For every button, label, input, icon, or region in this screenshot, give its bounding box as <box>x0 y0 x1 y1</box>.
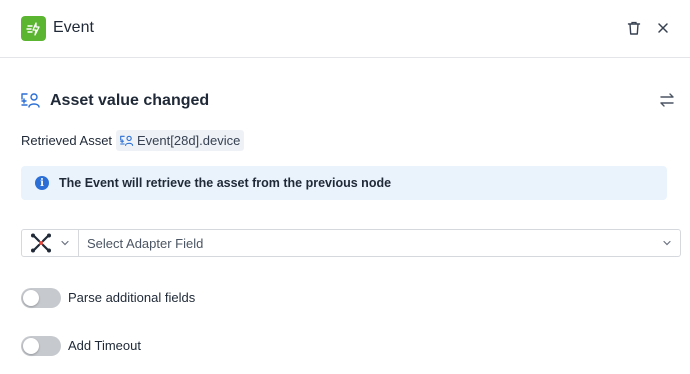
trash-icon <box>627 21 641 35</box>
panel-title: Event <box>53 19 94 36</box>
panel-header: Event <box>0 0 690 58</box>
chevron-down-icon <box>663 240 671 246</box>
section-header: Asset value changed <box>21 88 675 112</box>
event-bolt-icon <box>21 16 46 41</box>
swap-arrows-icon[interactable] <box>658 91 676 109</box>
close-icon <box>658 23 668 33</box>
retrieved-asset-value: Event[28d].device <box>137 132 241 148</box>
info-banner-text: The Event will retrieve the asset from t… <box>59 176 392 190</box>
add-timeout-label: Add Timeout <box>68 338 141 353</box>
asset-person-icon <box>21 93 40 108</box>
chevron-down-icon <box>61 240 69 246</box>
info-banner: i The Event will retrieve the asset from… <box>21 166 667 200</box>
asset-person-icon <box>120 135 134 146</box>
retrieved-asset-label: Retrieved Asset <box>21 133 113 148</box>
close-button[interactable] <box>653 18 673 38</box>
parse-additional-fields-row: Parse additional fields <box>21 288 281 308</box>
info-icon: i <box>35 176 49 190</box>
add-timeout-row: Add Timeout <box>21 336 281 356</box>
retrieved-asset-chip[interactable]: Event[28d].device <box>116 130 245 151</box>
adapter-field-selector: Select Adapter Field <box>21 229 681 257</box>
add-timeout-toggle[interactable] <box>21 336 61 356</box>
adapter-dropdown[interactable] <box>22 230 79 256</box>
adapter-field-placeholder: Select Adapter Field <box>87 236 204 251</box>
parse-additional-fields-toggle[interactable] <box>21 288 61 308</box>
toggle-knob <box>23 290 39 306</box>
adapter-logo-icon <box>31 233 51 253</box>
delete-button[interactable] <box>624 18 644 38</box>
toggle-knob <box>23 338 39 354</box>
adapter-field-dropdown[interactable]: Select Adapter Field <box>80 230 680 256</box>
parse-additional-fields-label: Parse additional fields <box>68 290 196 305</box>
section-title: Asset value changed <box>50 92 210 109</box>
